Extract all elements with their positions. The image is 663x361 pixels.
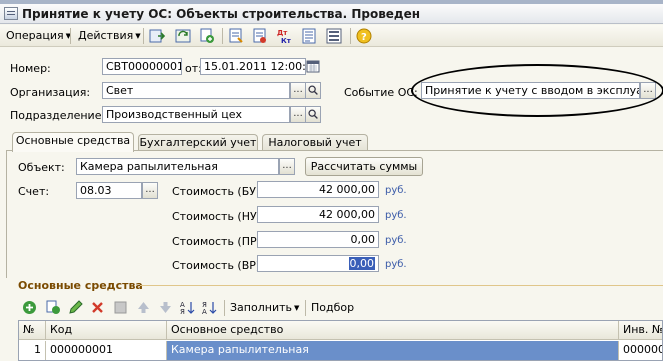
cost-bu-label: Стоимость (БУ): <box>172 185 264 198</box>
column-header-asset[interactable]: Основное средство <box>167 321 619 340</box>
cost-pr-unit: руб. <box>385 235 407 246</box>
tab-label: Бухгалтерский учет <box>139 136 257 149</box>
account-select-button[interactable]: ... <box>142 182 158 199</box>
cost-nu-field[interactable]: 42 000,00 <box>257 206 379 223</box>
tab-label: Налоговый учет <box>268 136 362 149</box>
actions-menu[interactable]: Действия ▼ <box>78 29 141 42</box>
row-number-cell: 1 <box>19 341 46 360</box>
column-header-inventory[interactable]: Инв. № <box>619 321 662 340</box>
select-button[interactable]: Подбор <box>311 301 354 314</box>
asset-cell[interactable]: Камера рапылительная <box>167 341 619 360</box>
toolbar-separator <box>70 28 71 44</box>
toolbar-separator <box>305 300 306 316</box>
table-toolbar: А Я Я А Заполнить ▼ Подбор <box>18 297 663 319</box>
sort-descending-icon[interactable]: Я А <box>202 300 217 315</box>
cost-vr-unit: руб. <box>385 259 407 270</box>
cost-vr-value: 0,00 <box>348 257 375 270</box>
svg-text:?: ? <box>361 32 367 43</box>
calendar-icon[interactable] <box>306 58 320 75</box>
document-window: Принятие к учету ОС: Объекты строительст… <box>0 0 663 361</box>
window-title: Принятие к учету ОС: Объекты строительст… <box>22 7 421 21</box>
structure-icon[interactable] <box>326 28 342 44</box>
cost-bu-field[interactable]: 42 000,00 <box>257 181 379 198</box>
svg-text:А: А <box>202 308 207 315</box>
unpost-icon[interactable] <box>252 28 268 44</box>
account-field[interactable]: 08.03 <box>76 182 142 199</box>
calculate-sums-button[interactable]: Рассчитать суммы <box>305 157 423 176</box>
toolbar-separator <box>222 28 223 44</box>
actions-menu-label: Действия <box>78 29 134 42</box>
object-field[interactable]: Камера рапылительная <box>76 158 279 175</box>
section-divider <box>140 285 663 286</box>
dt-kt-icon[interactable]: Дт Кт <box>276 28 292 44</box>
fill-menu-label: Заполнить <box>230 301 292 314</box>
column-header-number[interactable]: № <box>19 321 46 340</box>
toolbar-separator <box>224 300 225 316</box>
help-icon[interactable]: ? <box>356 28 372 44</box>
tab-label: Основные средства <box>15 134 131 147</box>
svg-text:Я: Я <box>180 308 185 315</box>
end-edit-icon[interactable] <box>113 300 128 315</box>
organization-label: Организация: <box>10 86 91 99</box>
post-icon[interactable] <box>149 28 165 44</box>
department-select-button[interactable]: ... <box>290 106 306 123</box>
number-field[interactable]: СВТ00000001 <box>102 58 182 75</box>
organization-open-search-icon[interactable] <box>305 82 321 99</box>
highlight-ellipse <box>411 64 663 117</box>
title-bar: Принятие к учету ОС: Объекты строительст… <box>0 4 663 24</box>
move-down-icon[interactable] <box>158 300 173 315</box>
object-select-button[interactable]: ... <box>279 158 295 175</box>
column-header-code[interactable]: Код <box>46 321 167 340</box>
add-row-icon[interactable] <box>22 300 37 315</box>
report-icon[interactable] <box>301 28 317 44</box>
toolbar-separator <box>350 28 351 44</box>
operation-menu[interactable]: Операция ▼ <box>6 29 71 42</box>
code-cell[interactable]: 000000001 <box>46 341 167 360</box>
edit-row-icon[interactable] <box>68 300 83 315</box>
copy-row-icon[interactable] <box>46 300 61 315</box>
inventory-cell[interactable]: 000000 <box>619 341 662 360</box>
tab-fixed-assets[interactable]: Основные средства <box>12 132 134 152</box>
organization-field[interactable]: Свет <box>102 82 290 99</box>
cost-vr-label: Стоимость (ВР): <box>172 259 264 272</box>
copy-icon[interactable] <box>199 28 215 44</box>
department-field[interactable]: Производственный цех <box>102 106 290 123</box>
svg-text:Кт: Кт <box>281 37 292 44</box>
chevron-down-icon: ▼ <box>293 304 300 312</box>
event-label: Событие ОС: <box>344 86 418 99</box>
form-toolbar: Операция ▼ Действия ▼ Дт Кт ? <box>0 25 663 47</box>
department-open-search-icon[interactable] <box>305 106 321 123</box>
cost-bu-unit: руб. <box>385 185 407 196</box>
date-field[interactable]: 15.01.2011 12:00:00 <box>200 58 306 75</box>
account-label: Счет: <box>18 185 50 198</box>
refresh-icon[interactable] <box>175 28 191 44</box>
cost-nu-label: Стоимость (НУ): <box>172 210 265 223</box>
cost-nu-unit: руб. <box>385 210 407 221</box>
section-title: Основные средства <box>18 279 143 292</box>
sort-ascending-icon[interactable]: А Я <box>180 300 195 315</box>
department-label: Подразделение: <box>10 109 106 122</box>
cost-vr-field[interactable]: 0,00 <box>257 255 379 272</box>
chevron-down-icon: ▼ <box>135 32 141 40</box>
move-up-icon[interactable] <box>136 300 151 315</box>
operation-menu-label: Операция <box>6 29 64 42</box>
organization-select-button[interactable]: ... <box>290 82 306 99</box>
table-row[interactable]: 1 000000001 Камера рапылительная 000000 <box>19 341 662 360</box>
fixed-assets-table: № Код Основное средство Инв. № 1 0000000… <box>18 320 663 361</box>
toolbar-separator <box>143 28 144 44</box>
object-label: Объект: <box>18 161 65 174</box>
svg-text:Дт: Дт <box>277 29 288 37</box>
document-icon <box>4 7 18 20</box>
table-header: № Код Основное средство Инв. № <box>19 321 662 340</box>
cost-pr-label: Стоимость (ПР): <box>172 235 265 248</box>
load-icon[interactable] <box>228 28 244 44</box>
delete-row-icon[interactable] <box>90 300 105 315</box>
cost-pr-field[interactable]: 0,00 <box>257 231 379 248</box>
fill-menu[interactable]: Заполнить ▼ <box>230 301 299 314</box>
number-label: Номер: <box>10 62 51 75</box>
